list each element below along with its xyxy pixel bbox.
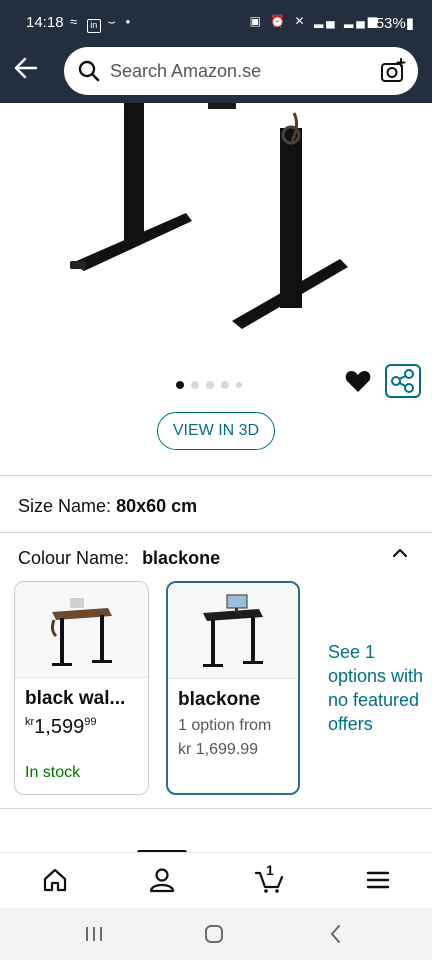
pagination-dot[interactable]: [176, 381, 184, 389]
system-back-icon[interactable]: [324, 922, 348, 946]
product-image[interactable]: [0, 103, 432, 338]
section-divider: [0, 532, 432, 533]
option-price: kr1,59999: [25, 716, 96, 739]
colour-value: blackone: [142, 548, 221, 568]
pagination-dot[interactable]: [191, 381, 199, 389]
pagination-dot[interactable]: [221, 381, 229, 389]
nav-home[interactable]: [40, 865, 70, 895]
option-from-price: kr 1,699.99: [178, 741, 259, 758]
nav-account[interactable]: [147, 865, 177, 895]
black-desk-thumbnail: [203, 594, 263, 667]
linkedin-icon: in: [86, 19, 101, 33]
price-whole: 1,599: [34, 716, 85, 738]
nav-menu[interactable]: [363, 865, 393, 895]
colour-selector-header[interactable]: Colour Name: blackone: [18, 548, 220, 569]
section-divider: [0, 475, 432, 476]
price-currency: kr: [25, 716, 35, 728]
section-divider: [0, 808, 432, 809]
bottom-nav: 1: [0, 852, 432, 908]
size-label: Size Name:: [18, 496, 112, 516]
size-value: 80x60 cm: [116, 496, 198, 516]
home-icon: [43, 868, 67, 892]
share-button[interactable]: [385, 364, 421, 398]
price-fraction: 99: [84, 716, 97, 728]
colour-option-card[interactable]: black wal... kr1,59999 In stock: [14, 581, 149, 795]
option-name: black wal...: [25, 688, 126, 709]
standing-desk-photo: [70, 103, 348, 329]
see-more-line: no featured: [328, 690, 420, 710]
chevron-up-icon[interactable]: [388, 543, 412, 563]
wifi-calling-icon: ≈: [70, 14, 81, 29]
option-name: blackone: [178, 689, 261, 710]
see-more-line: See 1: [328, 642, 376, 662]
4g-signal-icon: ▂▄▆: [344, 14, 380, 28]
cart-count-badge: 1: [266, 862, 274, 878]
nav-cart[interactable]: 1: [254, 862, 284, 895]
size-selector[interactable]: Size Name: 80x60 cm: [18, 496, 197, 517]
voicemail-icon: ⌣: [107, 14, 119, 29]
signal-icon: ▂▄: [313, 14, 338, 28]
nfc-icon: ▣: [249, 14, 264, 28]
share-icon: [391, 369, 414, 393]
see-more-options-link[interactable]: See 1 options with no featured offers: [328, 640, 432, 736]
system-icons: ▣ ⏰ ✕ ▂▄ ▂▄▆: [250, 14, 380, 28]
alarm-icon: ⏰: [270, 14, 289, 28]
availability-status: In stock: [25, 764, 81, 781]
battery-percent: 53%: [375, 15, 406, 32]
back-arrow-icon: [14, 57, 38, 79]
search-icon: [78, 60, 100, 82]
search-input[interactable]: Search Amazon.se: [110, 61, 261, 82]
menu-icon: [366, 871, 390, 889]
brown-desk-thumbnail: [50, 598, 112, 666]
wishlist-button[interactable]: [344, 367, 372, 395]
colour-label: Colour Name:: [18, 548, 130, 568]
account-icon: [149, 868, 175, 893]
pagination-dot[interactable]: [206, 381, 214, 389]
see-more-line: options with: [328, 666, 424, 686]
image-pagination-dots[interactable]: [176, 376, 249, 389]
option-thumbnail: [15, 582, 148, 678]
back-button[interactable]: [12, 54, 40, 82]
battery-indicator: 53%▮: [376, 14, 414, 32]
mute-icon: ✕: [294, 14, 308, 28]
view-in-3d-button[interactable]: VIEW IN 3D: [157, 412, 275, 450]
dot-icon: •: [125, 14, 134, 29]
top-header: 14:18 ≈ in ⌣ • ▣ ⏰ ✕ ▂▄ ▂▄▆ 53%▮ Search …: [0, 0, 432, 103]
option-count: 1 option from: [178, 717, 272, 734]
camera-search-icon[interactable]: [380, 58, 406, 84]
option-thumbnail: [168, 583, 298, 679]
status-bar: 14:18 ≈ in ⌣ • ▣ ⏰ ✕ ▂▄ ▂▄▆ 53%▮: [0, 0, 432, 44]
search-bar[interactable]: Search Amazon.se: [64, 47, 418, 95]
see-more-line: offers: [328, 714, 373, 734]
heart-icon: [345, 371, 371, 392]
android-navigation-bar: [0, 908, 432, 960]
notification-icons: ≈ in ⌣ •: [70, 14, 133, 33]
home-button-icon[interactable]: [202, 922, 226, 946]
recent-apps-icon[interactable]: [82, 922, 106, 946]
pagination-dot[interactable]: [236, 382, 242, 388]
status-time: 14:18: [26, 14, 64, 31]
battery-icon: ▮: [405, 15, 414, 32]
colour-option-card-selected[interactable]: blackone 1 option from kr 1,699.99: [166, 581, 300, 795]
